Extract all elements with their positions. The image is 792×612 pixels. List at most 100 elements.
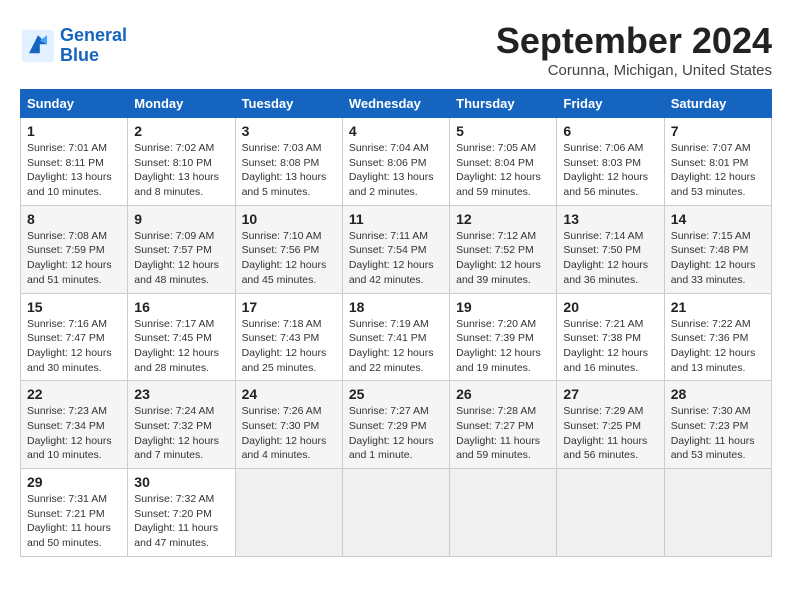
calendar-table: SundayMondayTuesdayWednesdayThursdayFrid… [20, 89, 772, 557]
calendar-cell: 2 Sunrise: 7:02 AM Sunset: 8:10 PM Daylig… [128, 118, 235, 206]
day-number: 2 [134, 123, 228, 139]
day-number: 7 [671, 123, 765, 139]
day-info: Sunrise: 7:12 AM Sunset: 7:52 PM Dayligh… [456, 229, 550, 288]
day-info: Sunrise: 7:30 AM Sunset: 7:23 PM Dayligh… [671, 404, 765, 463]
day-info: Sunrise: 7:15 AM Sunset: 7:48 PM Dayligh… [671, 229, 765, 288]
day-number: 11 [349, 211, 443, 227]
day-info: Sunrise: 7:18 AM Sunset: 7:43 PM Dayligh… [242, 317, 336, 376]
week-row-2: 8 Sunrise: 7:08 AM Sunset: 7:59 PM Daylig… [21, 205, 772, 293]
week-row-1: 1 Sunrise: 7:01 AM Sunset: 8:11 PM Daylig… [21, 118, 772, 206]
calendar-cell: 15 Sunrise: 7:16 AM Sunset: 7:47 PM Dayli… [21, 293, 128, 381]
day-info: Sunrise: 7:31 AM Sunset: 7:21 PM Dayligh… [27, 492, 121, 551]
weekday-header-wednesday: Wednesday [342, 90, 449, 118]
day-info: Sunrise: 7:26 AM Sunset: 7:30 PM Dayligh… [242, 404, 336, 463]
logo-blue-text: Blue [60, 46, 127, 66]
calendar-cell: 26 Sunrise: 7:28 AM Sunset: 7:27 PM Dayli… [450, 381, 557, 469]
day-number: 20 [563, 299, 657, 315]
day-info: Sunrise: 7:29 AM Sunset: 7:25 PM Dayligh… [563, 404, 657, 463]
day-number: 6 [563, 123, 657, 139]
day-number: 17 [242, 299, 336, 315]
weekday-header-saturday: Saturday [664, 90, 771, 118]
day-number: 27 [563, 386, 657, 402]
calendar-cell [450, 469, 557, 557]
day-info: Sunrise: 7:22 AM Sunset: 7:36 PM Dayligh… [671, 317, 765, 376]
day-number: 29 [27, 474, 121, 490]
calendar-cell: 3 Sunrise: 7:03 AM Sunset: 8:08 PM Daylig… [235, 118, 342, 206]
calendar-cell: 14 Sunrise: 7:15 AM Sunset: 7:48 PM Dayli… [664, 205, 771, 293]
calendar-cell: 27 Sunrise: 7:29 AM Sunset: 7:25 PM Dayli… [557, 381, 664, 469]
week-row-3: 15 Sunrise: 7:16 AM Sunset: 7:47 PM Dayli… [21, 293, 772, 381]
logo-general: General [60, 26, 127, 46]
day-info: Sunrise: 7:20 AM Sunset: 7:39 PM Dayligh… [456, 317, 550, 376]
day-info: Sunrise: 7:10 AM Sunset: 7:56 PM Dayligh… [242, 229, 336, 288]
day-info: Sunrise: 7:24 AM Sunset: 7:32 PM Dayligh… [134, 404, 228, 463]
day-number: 8 [27, 211, 121, 227]
day-info: Sunrise: 7:07 AM Sunset: 8:01 PM Dayligh… [671, 141, 765, 200]
day-number: 14 [671, 211, 765, 227]
calendar-cell: 25 Sunrise: 7:27 AM Sunset: 7:29 PM Dayli… [342, 381, 449, 469]
calendar-cell: 29 Sunrise: 7:31 AM Sunset: 7:21 PM Dayli… [21, 469, 128, 557]
day-info: Sunrise: 7:28 AM Sunset: 7:27 PM Dayligh… [456, 404, 550, 463]
week-row-4: 22 Sunrise: 7:23 AM Sunset: 7:34 PM Dayli… [21, 381, 772, 469]
calendar-cell: 8 Sunrise: 7:08 AM Sunset: 7:59 PM Daylig… [21, 205, 128, 293]
day-number: 24 [242, 386, 336, 402]
calendar-cell [235, 469, 342, 557]
day-number: 1 [27, 123, 121, 139]
day-info: Sunrise: 7:16 AM Sunset: 7:47 PM Dayligh… [27, 317, 121, 376]
calendar-cell: 21 Sunrise: 7:22 AM Sunset: 7:36 PM Dayli… [664, 293, 771, 381]
calendar-cell: 20Sunrise: 7:21 AM Sunset: 7:38 PM Dayli… [557, 293, 664, 381]
weekday-header-friday: Friday [557, 90, 664, 118]
day-info: Sunrise: 7:08 AM Sunset: 7:59 PM Dayligh… [27, 229, 121, 288]
calendar-cell: 28Sunrise: 7:30 AM Sunset: 7:23 PM Dayli… [664, 381, 771, 469]
day-number: 16 [134, 299, 228, 315]
calendar-cell: 18Sunrise: 7:19 AM Sunset: 7:41 PM Dayli… [342, 293, 449, 381]
calendar-cell: 19 Sunrise: 7:20 AM Sunset: 7:39 PM Dayli… [450, 293, 557, 381]
day-number: 19 [456, 299, 550, 315]
week-row-5: 29 Sunrise: 7:31 AM Sunset: 7:21 PM Dayli… [21, 469, 772, 557]
day-info: Sunrise: 7:17 AM Sunset: 7:45 PM Dayligh… [134, 317, 228, 376]
logo: General Blue [20, 26, 127, 66]
day-number: 25 [349, 386, 443, 402]
calendar-cell: 22 Sunrise: 7:23 AM Sunset: 7:34 PM Dayli… [21, 381, 128, 469]
day-info: Sunrise: 7:32 AM Sunset: 7:20 PM Dayligh… [134, 492, 228, 551]
day-number: 5 [456, 123, 550, 139]
day-info: Sunrise: 7:02 AM Sunset: 8:10 PM Dayligh… [134, 141, 228, 200]
day-number: 3 [242, 123, 336, 139]
calendar-cell: 30Sunrise: 7:32 AM Sunset: 7:20 PM Dayli… [128, 469, 235, 557]
day-info: Sunrise: 7:23 AM Sunset: 7:34 PM Dayligh… [27, 404, 121, 463]
calendar-cell: 7 Sunrise: 7:07 AM Sunset: 8:01 PM Daylig… [664, 118, 771, 206]
day-info: Sunrise: 7:03 AM Sunset: 8:08 PM Dayligh… [242, 141, 336, 200]
calendar-cell [664, 469, 771, 557]
day-number: 9 [134, 211, 228, 227]
day-number: 21 [671, 299, 765, 315]
day-number: 26 [456, 386, 550, 402]
month-title: September 2024 [496, 20, 772, 62]
calendar-cell: 17 Sunrise: 7:18 AM Sunset: 7:43 PM Dayli… [235, 293, 342, 381]
day-info: Sunrise: 7:14 AM Sunset: 7:50 PM Dayligh… [563, 229, 657, 288]
calendar-cell: 12 Sunrise: 7:12 AM Sunset: 7:52 PM Dayli… [450, 205, 557, 293]
location: Corunna, Michigan, United States [496, 62, 772, 79]
calendar-cell: 1 Sunrise: 7:01 AM Sunset: 8:11 PM Daylig… [21, 118, 128, 206]
calendar-cell: 16 Sunrise: 7:17 AM Sunset: 7:45 PM Dayli… [128, 293, 235, 381]
day-number: 18 [349, 299, 443, 315]
calendar-cell: 23Sunrise: 7:24 AM Sunset: 7:32 PM Dayli… [128, 381, 235, 469]
day-number: 12 [456, 211, 550, 227]
calendar-cell [557, 469, 664, 557]
day-info: Sunrise: 7:04 AM Sunset: 8:06 PM Dayligh… [349, 141, 443, 200]
day-info: Sunrise: 7:27 AM Sunset: 7:29 PM Dayligh… [349, 404, 443, 463]
day-number: 10 [242, 211, 336, 227]
day-info: Sunrise: 7:01 AM Sunset: 8:11 PM Dayligh… [27, 141, 121, 200]
weekday-header-monday: Monday [128, 90, 235, 118]
day-info: Sunrise: 7:05 AM Sunset: 8:04 PM Dayligh… [456, 141, 550, 200]
calendar-cell: 5 Sunrise: 7:05 AM Sunset: 8:04 PM Daylig… [450, 118, 557, 206]
weekday-header-thursday: Thursday [450, 90, 557, 118]
day-info: Sunrise: 7:11 AM Sunset: 7:54 PM Dayligh… [349, 229, 443, 288]
day-info: Sunrise: 7:06 AM Sunset: 8:03 PM Dayligh… [563, 141, 657, 200]
calendar-cell: 11 Sunrise: 7:11 AM Sunset: 7:54 PM Dayli… [342, 205, 449, 293]
day-number: 15 [27, 299, 121, 315]
day-number: 22 [27, 386, 121, 402]
calendar-cell [342, 469, 449, 557]
logo-icon [20, 28, 56, 64]
weekday-header-sunday: Sunday [21, 90, 128, 118]
title-block: September 2024 Corunna, Michigan, United… [496, 20, 772, 79]
